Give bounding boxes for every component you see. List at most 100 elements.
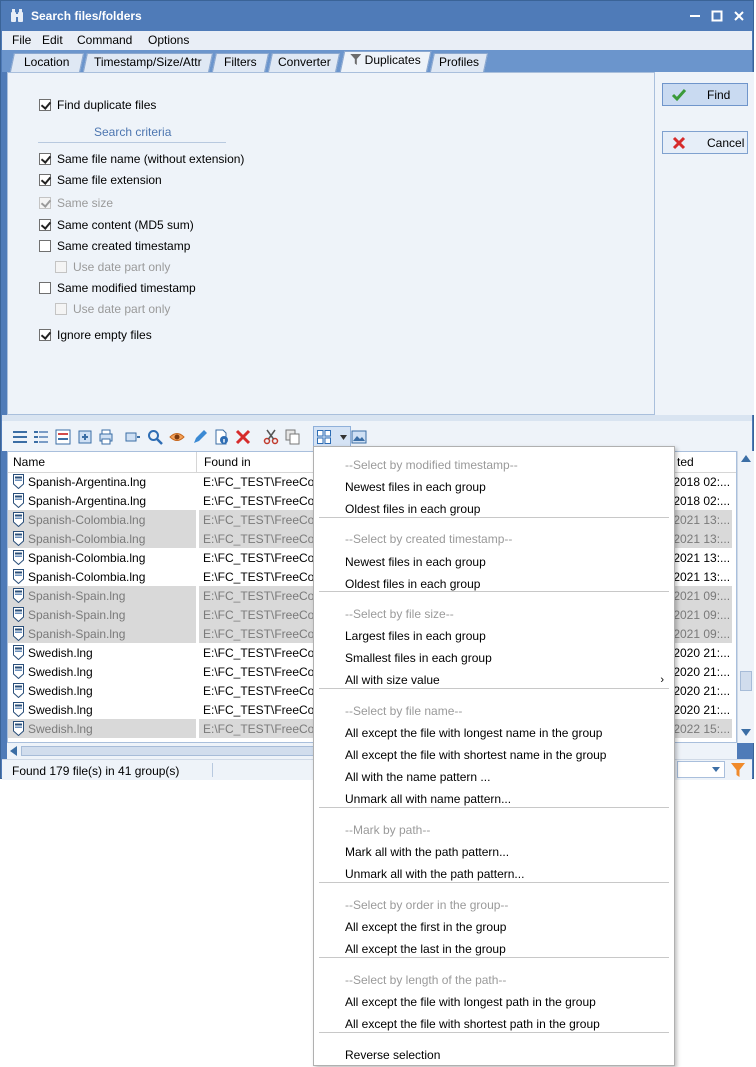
checkbox-box — [39, 197, 51, 209]
checkbox-box[interactable] — [39, 219, 51, 231]
filter-icon[interactable] — [730, 762, 746, 778]
file-path: E:\FC_TEST\FreeCom — [203, 475, 319, 489]
menu-item[interactable]: All except the file with shortest path i… — [345, 1017, 600, 1031]
maximize-button[interactable] — [706, 5, 728, 27]
menu-item[interactable]: Reverse selection — [345, 1048, 440, 1062]
menu-item[interactable]: All with size value — [345, 673, 440, 687]
detail-view-icon[interactable] — [33, 429, 49, 445]
file-info-icon[interactable] — [213, 429, 229, 445]
file-name: Spanish-Spain.lng — [28, 589, 126, 603]
menu-item[interactable]: All except the last in the group — [345, 942, 506, 956]
edit-pencil-icon[interactable] — [192, 429, 208, 445]
file-path: E:\FC_TEST\FreeCom — [203, 608, 319, 622]
column-found-in[interactable]: Found in — [204, 455, 251, 469]
image-icon[interactable] — [351, 429, 367, 445]
file-path: E:\FC_TEST\FreeCom — [203, 703, 319, 717]
delete-icon[interactable] — [235, 429, 251, 445]
tab-filters[interactable]: Filters — [211, 53, 270, 72]
scroll-thumb[interactable] — [740, 671, 752, 691]
filter-icon — [350, 54, 362, 65]
checkbox-box[interactable] — [39, 174, 51, 186]
menu-options[interactable]: Options — [148, 33, 189, 47]
print-icon[interactable] — [98, 429, 114, 445]
checkbox-box[interactable] — [39, 153, 51, 165]
file-path: E:\FC_TEST\FreeCom — [203, 646, 319, 660]
close-button[interactable] — [728, 5, 750, 27]
checkbox-box — [55, 261, 67, 273]
scroll-down-icon[interactable] — [741, 729, 751, 736]
checkbox-box — [55, 303, 67, 315]
menu-item[interactable]: Oldest files in each group — [345, 502, 480, 516]
view-eye-icon[interactable] — [169, 429, 185, 445]
menu-file[interactable]: File — [12, 33, 31, 47]
checkbox-box[interactable] — [39, 240, 51, 252]
menu-item[interactable]: Unmark all with name pattern... — [345, 792, 511, 806]
title-bar[interactable]: Search files/folders — [1, 1, 753, 31]
same-file-extension-checkbox[interactable]: Same file extension — [39, 172, 162, 188]
scroll-up-icon[interactable] — [741, 455, 751, 462]
file-path: E:\FC_TEST\FreeCom — [203, 589, 319, 603]
file-icon — [13, 474, 24, 489]
column-name[interactable]: Name — [13, 455, 45, 469]
menu-item[interactable]: All with the name pattern ... — [345, 770, 490, 784]
menu-separator — [319, 1032, 669, 1033]
checkbox-box[interactable] — [39, 329, 51, 341]
date-cell: .2021 09:... — [670, 586, 732, 605]
search-icon[interactable] — [147, 429, 163, 445]
cut-scissors-icon[interactable] — [263, 429, 279, 445]
focus-list-icon[interactable] — [125, 429, 141, 445]
copy-icon[interactable] — [285, 429, 301, 445]
menu-item[interactable]: All except the first in the group — [345, 920, 506, 934]
cancel-button[interactable]: Cancel — [662, 131, 748, 154]
menu-command[interactable]: Command — [77, 33, 132, 47]
scroll-left-icon[interactable] — [10, 746, 17, 756]
file-icon — [13, 645, 24, 660]
tab-location[interactable]: Location — [9, 53, 85, 72]
mark-dropdown-button[interactable] — [313, 426, 351, 448]
file-path: E:\FC_TEST\FreeCom — [203, 627, 319, 641]
filter-combo[interactable] — [677, 761, 725, 778]
menu-item[interactable]: Smallest files in each group — [345, 651, 492, 665]
menu-item[interactable]: Oldest files in each group — [345, 577, 480, 591]
find-button[interactable]: Find — [662, 83, 748, 106]
file-icon — [13, 493, 24, 508]
report-icon[interactable] — [55, 429, 71, 445]
name-cell: Swedish.lng — [8, 700, 196, 719]
tab-converter[interactable]: Converter — [267, 53, 341, 72]
path-cell: E:\FC_TEST\FreeCom — [199, 662, 319, 681]
export-icon[interactable] — [77, 429, 93, 445]
checkbox-box[interactable] — [39, 282, 51, 294]
file-icon — [13, 664, 24, 679]
duplicates-panel: Find duplicate files Search criteria Sam… — [7, 72, 655, 415]
column-created[interactable]: ted — [677, 455, 694, 469]
menu-separator — [319, 517, 669, 518]
menu-item[interactable]: All except the file with shortest name i… — [345, 748, 606, 762]
menu-item[interactable]: Mark all with the path pattern... — [345, 845, 509, 859]
tab-duplicates[interactable]: Duplicates — [339, 51, 432, 73]
tab-timestamp-size-attr[interactable]: Timestamp/Size/Attr — [82, 53, 214, 72]
tab-profiles[interactable]: Profiles — [429, 53, 489, 72]
column-divider[interactable] — [196, 452, 197, 472]
menu-item[interactable]: All except the file with longest name in… — [345, 726, 602, 740]
menu-section-header: --Select by file size-- — [345, 607, 454, 621]
menu-item[interactable]: Newest files in each group — [345, 480, 486, 494]
menu-section-header: --Select by order in the group-- — [345, 898, 509, 912]
same-content-checkbox[interactable]: Same content (MD5 sum) — [39, 217, 194, 233]
menu-separator — [319, 688, 669, 689]
minimize-button[interactable] — [684, 5, 706, 27]
menu-edit[interactable]: Edit — [42, 33, 63, 47]
same-created-timestamp-checkbox[interactable]: Same created timestamp — [39, 238, 190, 254]
file-icon — [13, 721, 24, 736]
same-file-name-checkbox[interactable]: Same file name (without extension) — [39, 151, 244, 167]
checkbox-box[interactable] — [39, 99, 51, 111]
ignore-empty-files-checkbox[interactable]: Ignore empty files — [39, 327, 152, 343]
menu-item[interactable]: Unmark all with the path pattern... — [345, 867, 524, 881]
list-view-icon[interactable] — [12, 429, 28, 445]
menu-item[interactable]: Largest files in each group — [345, 629, 486, 643]
menu-item[interactable]: All except the file with longest path in… — [345, 995, 596, 1009]
find-duplicates-checkbox[interactable]: Find duplicate files — [39, 97, 156, 113]
menu-item[interactable]: Newest files in each group — [345, 555, 486, 569]
same-modified-timestamp-checkbox[interactable]: Same modified timestamp — [39, 280, 196, 296]
vertical-scrollbar[interactable] — [737, 451, 754, 743]
file-date: .2020 21:... — [670, 665, 731, 679]
